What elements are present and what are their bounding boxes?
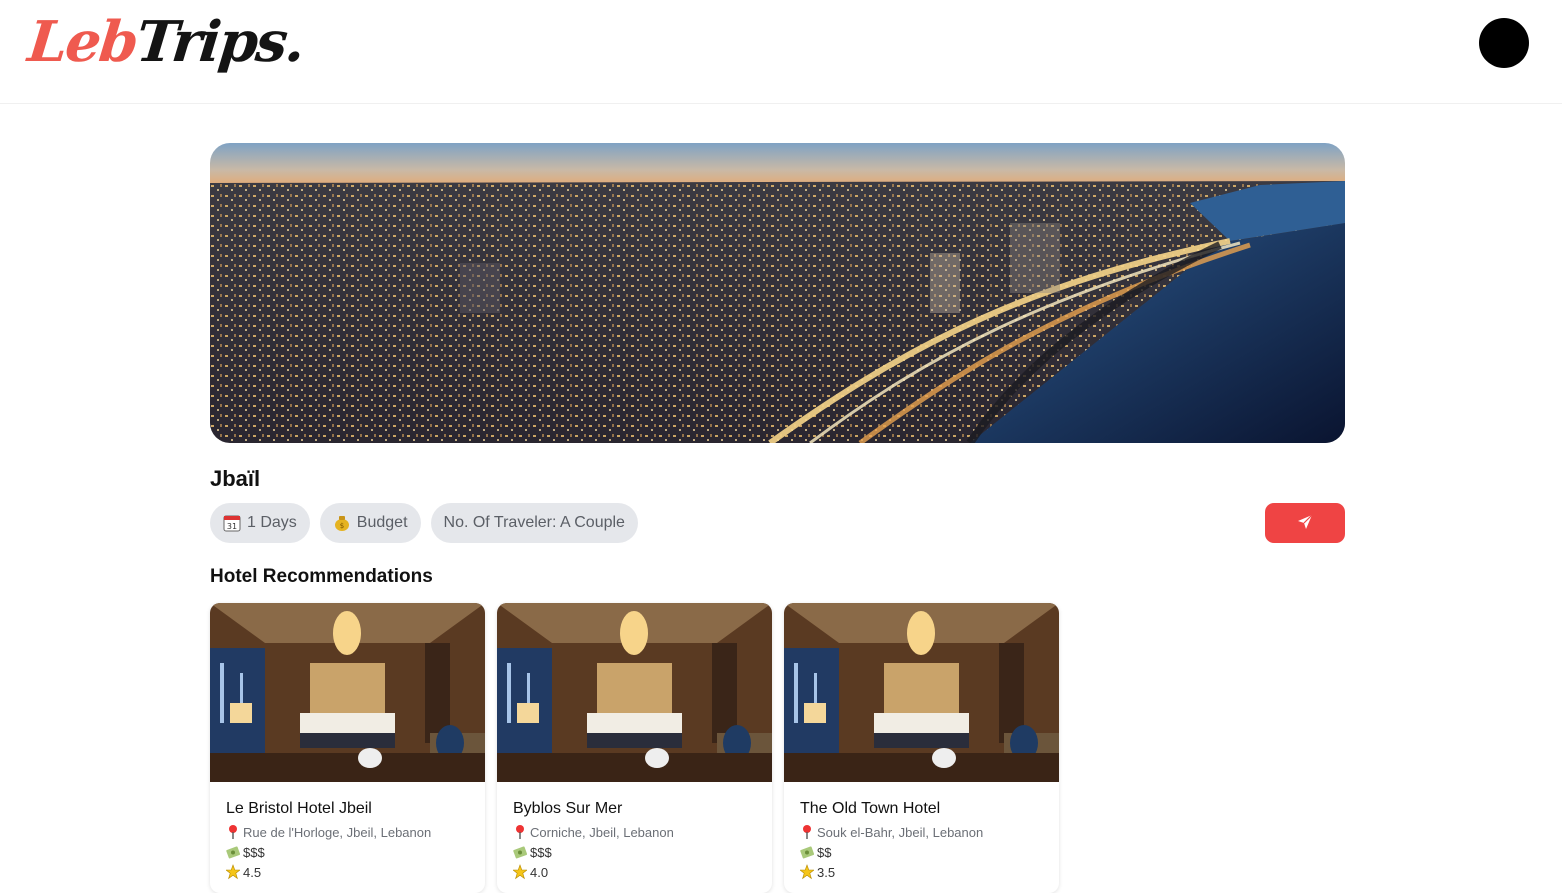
top-header: LebTrips.: [0, 0, 1562, 104]
hotel-address-line: Souk el-Bahr, Jbeil, Lebanon: [800, 822, 1043, 842]
hotel-address: Corniche, Jbeil, Lebanon: [530, 824, 674, 840]
hotel-price: $$$: [243, 844, 265, 860]
hotel-rating: 3.5: [817, 864, 836, 880]
hotel-address: Rue de l'Horloge, Jbeil, Lebanon: [243, 824, 432, 840]
hotel-rating-line: 4.0: [512, 862, 756, 882]
travelers-chip: No. Of Traveler: A Couple: [430, 503, 638, 543]
pin-icon: [513, 824, 527, 840]
hotel-name: The Old Town Hotel: [800, 800, 941, 817]
hotel-name: Byblos Sur Mer: [513, 800, 623, 817]
money-icon: [513, 844, 528, 860]
hotel-recommendations-title: Hotel Recommendations: [210, 566, 433, 587]
hotel-rating: 4.5: [243, 864, 262, 880]
hotel-card[interactable]: Le Bristol Hotel Jbeil Rue de l'Horloge,…: [210, 603, 485, 893]
budget-label: Budget: [356, 514, 408, 531]
star-icon: [225, 864, 241, 880]
hotel-room-photo: [210, 603, 485, 782]
travelers-label: No. Of Traveler: A Couple: [443, 514, 625, 531]
hotel-price: $$: [817, 844, 832, 860]
leb-trips-logo[interactable]: LebTrips.: [24, 6, 307, 86]
money-bag-icon: $: [333, 514, 351, 532]
hotel-rating-line: 3.5: [799, 862, 1043, 882]
share-trip-button[interactable]: [1265, 503, 1345, 543]
logo-leb-text: Leb: [24, 9, 141, 75]
hotel-card[interactable]: Byblos Sur Mer Corniche, Jbeil, Lebanon …: [497, 603, 772, 893]
days-label: 1 Days: [247, 514, 297, 531]
logo-trips-text: Trips.: [133, 9, 307, 75]
hotel-address-line: Corniche, Jbeil, Lebanon: [513, 822, 756, 842]
hotel-room-photo: [784, 603, 1059, 782]
trip-info-chips: 31 1 Days $ Budget No. Of Traveler: A Co…: [210, 503, 638, 543]
hotel-card[interactable]: The Old Town Hotel Souk el-Bahr, Jbeil, …: [784, 603, 1059, 893]
hotel-price-line: $$$: [226, 842, 469, 862]
money-icon: [226, 844, 241, 860]
hotel-address-line: Rue de l'Horloge, Jbeil, Lebanon: [226, 822, 469, 842]
hotel-price-line: $$$: [513, 842, 756, 862]
hotel-name: Le Bristol Hotel Jbeil: [226, 800, 372, 817]
user-avatar[interactable]: [1479, 18, 1529, 68]
destination-hero-image: [210, 143, 1345, 443]
star-icon: [799, 864, 815, 880]
pin-icon: [226, 824, 240, 840]
hotel-address: Souk el-Bahr, Jbeil, Lebanon: [817, 824, 984, 840]
hotel-price: $$$: [530, 844, 552, 860]
svg-text:$: $: [340, 522, 344, 530]
budget-chip: $ Budget: [319, 503, 421, 543]
calendar-icon: 31: [223, 514, 241, 532]
svg-text:31: 31: [227, 522, 237, 531]
hotel-rating-line: 4.5: [225, 862, 469, 882]
pin-icon: [800, 824, 814, 840]
hotel-room-photo: [497, 603, 772, 782]
hotel-rating: 4.0: [530, 864, 549, 880]
days-chip: 31 1 Days: [210, 503, 310, 543]
city-night-photo: [210, 143, 1345, 443]
destination-title: Jbaïl: [210, 466, 261, 491]
send-icon: [1297, 514, 1313, 533]
hotel-price-line: $$: [800, 842, 1043, 862]
star-icon: [512, 864, 528, 880]
money-icon: [800, 844, 815, 860]
